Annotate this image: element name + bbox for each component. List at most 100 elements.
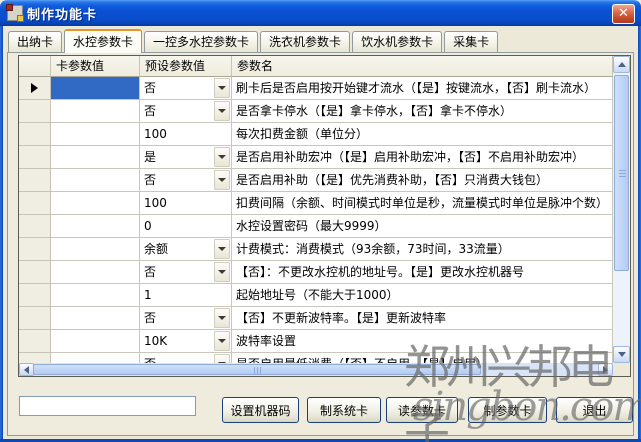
param-name-cell[interactable]: 是否启用补助（【是】优先消费补助，【否】只消费大钱包） bbox=[232, 169, 613, 192]
preset-value-cell[interactable]: 100 bbox=[140, 192, 232, 215]
param-name-cell[interactable]: 计费模式：消费模式（93余额，73时间，33流量） bbox=[232, 238, 613, 261]
card-value-cell[interactable] bbox=[51, 146, 140, 169]
preset-value-cell[interactable]: 余额 bbox=[140, 238, 232, 261]
tab-2[interactable]: 一控多水控参数卡 bbox=[144, 31, 258, 52]
combo-dropdown-button[interactable] bbox=[214, 331, 230, 351]
horizontal-scroll-thumb[interactable] bbox=[33, 364, 481, 375]
machine-code-input[interactable] bbox=[19, 396, 196, 416]
row-header[interactable] bbox=[19, 192, 51, 215]
make-system-card-button[interactable]: 制系统卡 bbox=[307, 397, 381, 423]
window-frame-left bbox=[0, 26, 3, 442]
title-bar[interactable]: 制作功能卡 bbox=[0, 0, 641, 26]
row-header[interactable] bbox=[19, 169, 51, 192]
table-row: 否是否启用最低消费（【否】不启用，【是】启用） bbox=[19, 353, 613, 363]
row-header[interactable] bbox=[19, 353, 51, 363]
row-header[interactable] bbox=[19, 284, 51, 307]
preset-value-cell[interactable]: 1 bbox=[140, 284, 232, 307]
thumb-gripper bbox=[619, 170, 626, 178]
column-header-preset-value[interactable]: 预设参数值 bbox=[140, 56, 232, 77]
scroll-down-button[interactable] bbox=[613, 346, 630, 363]
param-name-cell[interactable]: 是否启用补助宏冲（【是】启用补助宏冲，【否】不启用补助宏冲） bbox=[232, 146, 613, 169]
combo-dropdown-button[interactable] bbox=[214, 239, 230, 259]
tab-3[interactable]: 洗衣机参数卡 bbox=[260, 31, 350, 52]
horizontal-scrollbar[interactable] bbox=[19, 363, 613, 376]
param-name-cell[interactable]: 扣费间隔（余额、时间模式时单位是秒，流量模式时单位是脉冲个数） bbox=[232, 192, 613, 215]
right-arrow-icon bbox=[603, 366, 608, 374]
preset-value-cell[interactable]: 否 bbox=[140, 169, 232, 192]
read-param-card-button[interactable]: 读参数卡 bbox=[386, 397, 458, 423]
grid-rows: 否刷卡后是否启用按开始键才流水（【是】按键流水，【否】刷卡流水）否是否拿卡停水（… bbox=[19, 77, 613, 363]
column-header-param-name[interactable]: 参数名 bbox=[232, 56, 613, 77]
row-header[interactable] bbox=[19, 100, 51, 123]
set-machine-code-button[interactable]: 设置机器码 bbox=[222, 397, 299, 423]
row-header[interactable] bbox=[19, 215, 51, 238]
param-name-cell[interactable]: 波特率设置 bbox=[232, 330, 613, 353]
preset-value-cell[interactable]: 否 bbox=[140, 261, 232, 284]
chevron-down-icon bbox=[218, 86, 226, 90]
card-value-cell[interactable] bbox=[51, 192, 140, 215]
tab-strip: 出纳卡水控参数卡一控多水控参数卡洗衣机参数卡饮水机参数卡采集卡 bbox=[8, 30, 500, 52]
chevron-down-icon bbox=[218, 247, 226, 251]
preset-value-cell[interactable]: 是 bbox=[140, 146, 232, 169]
param-name-cell[interactable]: 是否拿卡停水（【是】拿卡停水，【否】拿卡不停水） bbox=[232, 100, 613, 123]
row-header[interactable] bbox=[19, 238, 51, 261]
table-row: 是是否启用补助宏冲（【是】启用补助宏冲，【否】不启用补助宏冲） bbox=[19, 146, 613, 169]
scroll-left-button[interactable] bbox=[19, 363, 34, 376]
card-value-cell[interactable] bbox=[51, 238, 140, 261]
preset-value-cell[interactable]: 否 bbox=[140, 100, 232, 123]
preset-value-cell[interactable]: 100 bbox=[140, 123, 232, 146]
vertical-scrollbar[interactable] bbox=[613, 56, 630, 363]
combo-dropdown-button[interactable] bbox=[214, 262, 230, 282]
param-name-cell[interactable]: 起始地址号（不能大于1000） bbox=[232, 284, 613, 307]
window-title: 制作功能卡 bbox=[27, 4, 97, 23]
card-value-cell[interactable] bbox=[51, 261, 140, 284]
row-header[interactable] bbox=[19, 261, 51, 284]
preset-value-cell[interactable]: 10K bbox=[140, 330, 232, 353]
card-value-cell[interactable] bbox=[51, 123, 140, 146]
scroll-up-button[interactable] bbox=[613, 56, 630, 73]
vertical-scroll-thumb[interactable] bbox=[614, 75, 629, 271]
preset-value-cell[interactable]: 否 bbox=[140, 77, 232, 100]
combo-dropdown-button[interactable] bbox=[214, 308, 230, 328]
chevron-down-icon bbox=[218, 155, 226, 159]
make-param-card-button[interactable]: 制参数卡 bbox=[468, 397, 547, 423]
preset-value-cell[interactable]: 否 bbox=[140, 307, 232, 330]
card-value-cell[interactable] bbox=[51, 77, 140, 100]
preset-value-cell[interactable]: 0 bbox=[140, 215, 232, 238]
close-button[interactable]: ✕ bbox=[612, 4, 635, 24]
card-value-cell[interactable] bbox=[51, 307, 140, 330]
row-header[interactable] bbox=[19, 307, 51, 330]
param-name-cell[interactable]: 水控设置密码（最大9999） bbox=[232, 215, 613, 238]
card-value-cell[interactable] bbox=[51, 353, 140, 363]
param-name-cell[interactable]: 刷卡后是否启用按开始键才流水（【是】按键流水，【否】刷卡流水） bbox=[232, 77, 613, 100]
row-header[interactable] bbox=[19, 330, 51, 353]
card-value-cell[interactable] bbox=[51, 100, 140, 123]
param-name-cell[interactable]: 【否】：不更改水控机的地址号。【是】更改水控机器号 bbox=[232, 261, 613, 284]
card-value-cell[interactable] bbox=[51, 169, 140, 192]
column-header-card-value[interactable]: 卡参数值 bbox=[51, 56, 140, 77]
combo-dropdown-button[interactable] bbox=[214, 78, 230, 98]
row-header[interactable] bbox=[19, 123, 51, 146]
param-name-cell[interactable]: 是否启用最低消费（【否】不启用，【是】启用） bbox=[232, 353, 613, 363]
row-header[interactable] bbox=[19, 146, 51, 169]
table-row: 否【否】：不更改水控机的地址号。【是】更改水控机器号 bbox=[19, 261, 613, 284]
combo-dropdown-button[interactable] bbox=[214, 354, 230, 363]
parameter-grid: 卡参数值 预设参数值 参数名 否刷卡后是否启用按开始键才流水（【是】按键流水，【… bbox=[18, 55, 631, 377]
current-row-arrow-icon bbox=[31, 83, 38, 93]
card-value-cell[interactable] bbox=[51, 215, 140, 238]
card-value-cell[interactable] bbox=[51, 330, 140, 353]
param-name-cell[interactable]: 【否】不更新波特率。【是】更新波特率 bbox=[232, 307, 613, 330]
tab-4[interactable]: 饮水机参数卡 bbox=[352, 31, 442, 52]
exit-button[interactable]: 退出 bbox=[556, 397, 633, 423]
tab-5[interactable]: 采集卡 bbox=[444, 31, 498, 52]
preset-value-cell[interactable]: 否 bbox=[140, 353, 232, 363]
combo-dropdown-button[interactable] bbox=[214, 147, 230, 167]
scroll-right-button[interactable] bbox=[598, 363, 613, 376]
combo-dropdown-button[interactable] bbox=[214, 170, 230, 190]
combo-dropdown-button[interactable] bbox=[214, 101, 230, 121]
tab-0[interactable]: 出纳卡 bbox=[8, 31, 62, 52]
row-header[interactable] bbox=[19, 77, 51, 100]
card-value-cell[interactable] bbox=[51, 284, 140, 307]
param-name-cell[interactable]: 每次扣费金额（单位分） bbox=[232, 123, 613, 146]
tab-1[interactable]: 水控参数卡 bbox=[64, 29, 142, 53]
